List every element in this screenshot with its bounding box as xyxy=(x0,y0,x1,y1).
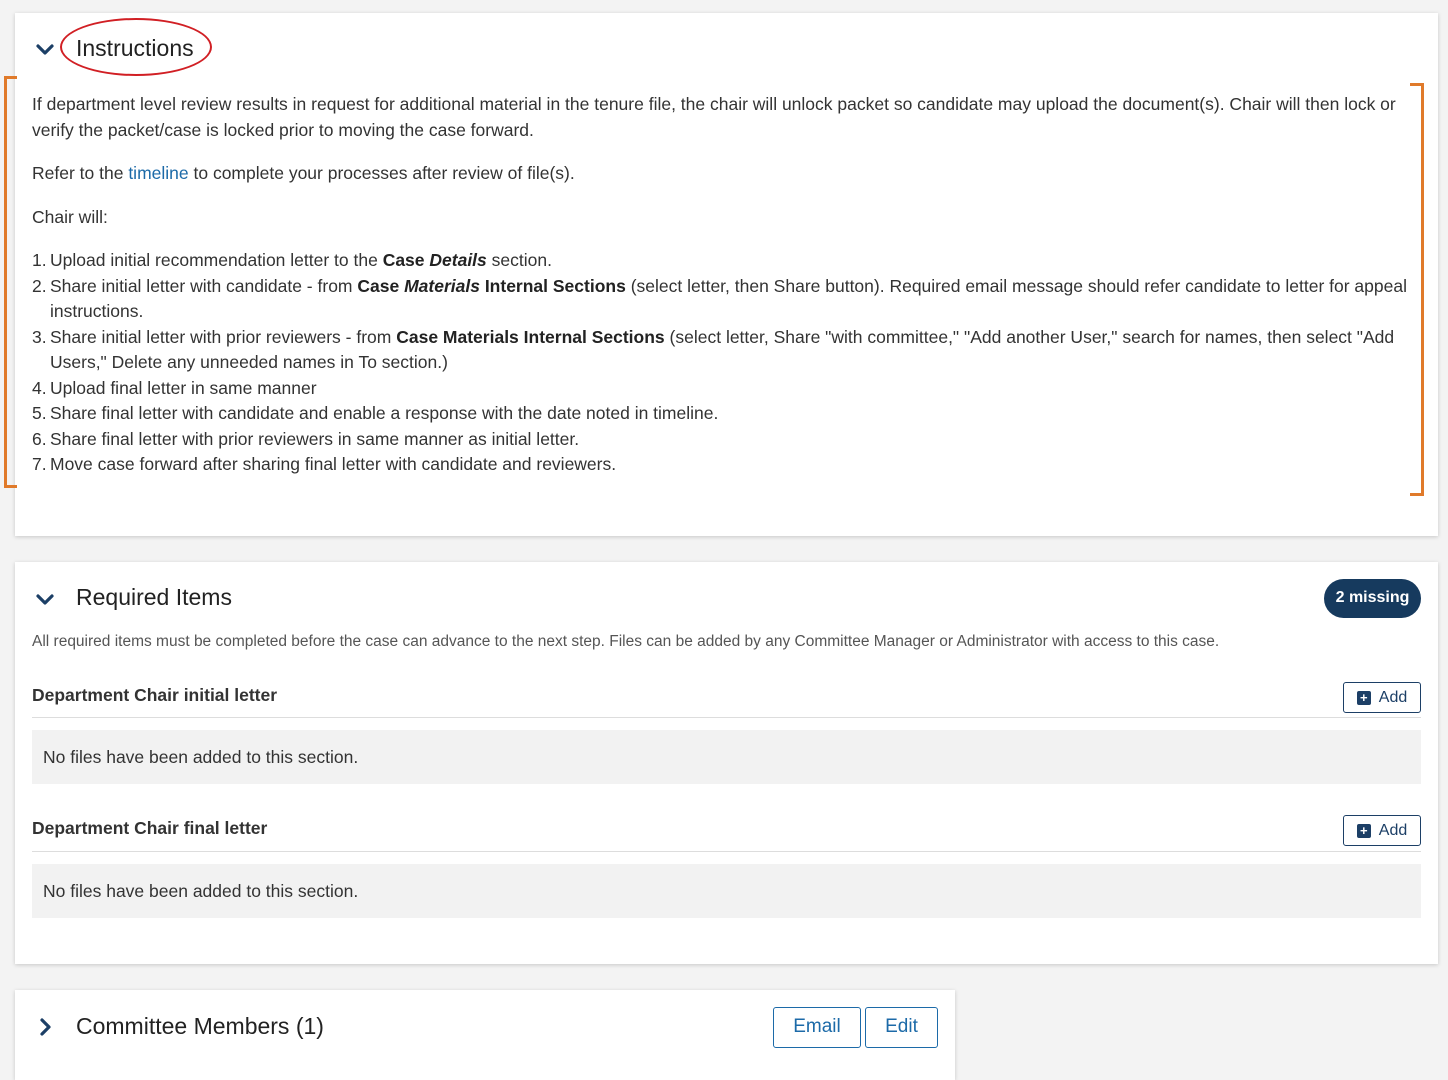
step-bold: Case Materials Internal Sections xyxy=(396,326,665,347)
step-text: section. xyxy=(486,250,552,270)
plus-square-icon: + xyxy=(1356,690,1371,705)
refer-prefix: Refer to the xyxy=(32,163,129,183)
step-bold: Case xyxy=(357,275,405,296)
step-number: 4. xyxy=(32,377,47,398)
missing-badge: 2 missing xyxy=(1324,579,1421,618)
step-text: Share final letter with candidate and en… xyxy=(50,403,719,423)
required-items-description: All required items must be completed bef… xyxy=(32,633,1220,650)
list-item: 6. Share final letter with prior reviewer… xyxy=(32,427,1407,453)
list-item: 4. Upload final letter in same manner xyxy=(32,376,1407,402)
section-divider xyxy=(32,717,1421,718)
steps-list: 1. Upload initial recommendation letter t… xyxy=(32,248,1407,478)
add-initial-letter-button[interactable]: + Add xyxy=(1343,682,1421,713)
required-items-title[interactable]: Required Items xyxy=(76,584,232,611)
step-text: Upload final letter in same manner xyxy=(50,377,317,398)
chevron-down-icon[interactable] xyxy=(34,39,56,61)
step-number: 7. xyxy=(32,454,47,474)
step-number: 3. xyxy=(32,326,47,347)
step-text: Upload initial recommendation letter to … xyxy=(50,250,383,270)
annotation-circle xyxy=(60,18,212,76)
list-item: 5. Share final letter with candidate and … xyxy=(32,401,1407,427)
step-number: 1. xyxy=(32,250,47,270)
committee-members-panel: Committee Members (1) Email Edit xyxy=(15,990,955,1080)
step-text: Share initial letter with prior reviewer… xyxy=(50,326,397,347)
committee-members-title[interactable]: Committee Members (1) xyxy=(76,1013,324,1040)
refer-suffix: to complete your processes after review … xyxy=(188,163,575,183)
list-item: 2. Share initial letter with candidate - … xyxy=(32,274,1407,325)
chevron-right-icon[interactable] xyxy=(34,1016,56,1038)
email-button[interactable]: Email xyxy=(773,1007,861,1048)
instructions-body: If department level review results in re… xyxy=(32,92,1407,478)
add-label: Add xyxy=(1378,821,1408,839)
instructions-panel: Instructions If department level review … xyxy=(4,13,1438,536)
list-item: 3. Share initial letter with prior review… xyxy=(32,325,1407,376)
empty-files-message: No files have been added to this section… xyxy=(32,864,1421,918)
chevron-down-icon[interactable] xyxy=(34,589,56,611)
timeline-link[interactable]: timeline xyxy=(128,163,188,183)
step-number: 2. xyxy=(32,275,47,296)
step-bold-italic: Materials xyxy=(404,275,480,296)
refer-paragraph: Refer to the timeline to complete your p… xyxy=(32,161,1407,187)
step-bold-italic: Details xyxy=(429,250,487,270)
add-label: Add xyxy=(1378,688,1408,706)
step-number: 5. xyxy=(32,403,47,423)
chair-will-label: Chair will: xyxy=(32,206,108,227)
step-text: Share initial letter with candidate - fr… xyxy=(50,275,358,296)
step-text: Move case forward after sharing final le… xyxy=(50,454,617,474)
required-items-panel: Required Items 2 missing All required it… xyxy=(15,562,1438,964)
instructions-paragraph: If department level review results in re… xyxy=(32,94,1396,140)
step-bold: Case xyxy=(382,250,430,270)
list-item: 1. Upload initial recommendation letter t… xyxy=(32,248,1407,274)
annotation-bracket-right xyxy=(1410,83,1424,496)
annotation-bracket-left xyxy=(4,76,17,488)
section-divider xyxy=(32,851,1421,852)
section-label-final-letter: Department Chair final letter xyxy=(32,818,268,838)
add-final-letter-button[interactable]: + Add xyxy=(1343,815,1421,846)
step-text: Share final letter with prior reviewers … xyxy=(50,428,580,449)
plus-square-icon: + xyxy=(1356,823,1371,838)
step-number: 6. xyxy=(32,428,47,449)
edit-button[interactable]: Edit xyxy=(865,1007,938,1048)
list-item: 7. Move case forward after sharing final … xyxy=(32,452,1407,478)
section-label-initial-letter: Department Chair initial letter xyxy=(32,685,278,705)
step-bold: Internal Sections xyxy=(479,275,626,296)
empty-files-message: No files have been added to this section… xyxy=(32,730,1421,784)
